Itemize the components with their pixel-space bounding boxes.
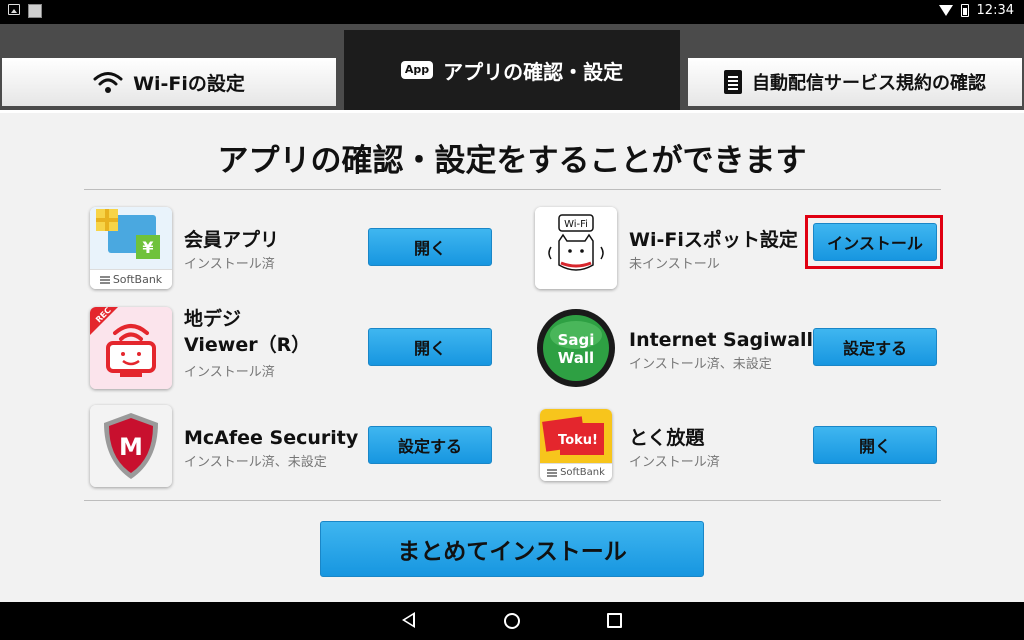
app-status: インストール済、未設定 [184,455,327,470]
member-app-icon: ¥ SoftBank [90,207,172,289]
open-button-tv-viewer[interactable]: 開く [368,328,492,366]
tv-viewer-app-icon: REC [90,307,172,389]
configure-button-mcafee[interactable]: 設定する [368,426,492,464]
tab-wifi-settings[interactable]: Wi-Fiの設定 [2,58,336,106]
sagiwall-icon-line1: Sagi [558,331,595,349]
app-item-sagiwall: Sagi Wall Internet Sagiwall インストール済、未設定 … [535,307,937,391]
mcafee-letter: M [119,433,143,461]
app-name: Internet Sagiwall [629,329,814,351]
tab-apps-label: アプリの確認・設定 [443,59,624,84]
tab-bar: Wi-Fiの設定 App アプリの確認・設定 自動配信サービス規約の確認 [0,24,1024,110]
home-icon[interactable] [504,613,520,629]
app-name-line2: Viewer（R） [184,334,311,356]
app-item-mcafee: M McAfee Security インストール済、未設定 設定する [90,405,492,489]
wifi-icon [93,72,123,93]
sagiwall-icon-line2: Wall [558,349,594,367]
bottom-divider [84,500,941,501]
image-notification-icon [8,4,20,15]
svg-text:¥: ¥ [142,238,153,257]
recent-apps-icon[interactable] [607,613,622,628]
battery-icon [960,4,969,17]
app-name: Wi-Fiスポット設定 [629,229,798,251]
app-item-tv-viewer: REC 地デジ Viewer（R） インストール済 開く [90,307,492,391]
page-heading: アプリの確認・設定をすることができます [217,143,807,179]
mcafee-app-icon: M [90,405,172,487]
app-item-member: ¥ SoftBank 会員アプリ インストール済 開く [90,207,492,291]
app-badge-icon: App [400,61,434,79]
app-status: インストール済 [184,365,275,380]
app-status: インストール済 [184,257,275,272]
tokuhoudai-app-icon: Toku! SoftBank [540,409,612,481]
open-button-member[interactable]: 開く [368,228,492,266]
toku-icon-label: Toku! [558,433,598,448]
app-status: インストール済 [629,455,720,470]
app-status: 未インストール [629,257,720,272]
tab-app-settings[interactable]: App アプリの確認・設定 [344,30,680,110]
softbank-label: SoftBank [90,269,172,289]
wifi-signal-icon [938,5,953,16]
tab-terms[interactable]: 自動配信サービス規約の確認 [688,58,1022,106]
document-icon [724,70,742,94]
app-name: 会員アプリ [184,229,280,251]
tab-wifi-label: Wi-Fiの設定 [133,72,245,95]
app-item-wifi-spot: Wi-Fi Wi-Fiスポット設定 未インストール インストール [535,207,943,291]
top-divider [84,189,941,190]
sagiwall-app-icon: Sagi Wall [535,307,617,389]
back-icon[interactable] [402,612,415,628]
wifi-spot-icon-label: Wi-Fi [564,219,588,230]
open-button-tokuhoudai[interactable]: 開く [813,426,937,464]
app-name: McAfee Security [184,427,359,449]
app-name: とく放題 [629,427,705,449]
softbank-label: SoftBank [540,463,612,481]
install-all-button[interactable]: まとめてインストール [320,521,704,577]
app-status: インストール済、未設定 [629,357,772,372]
clock: 12:34 [976,3,1014,18]
highlight-frame [805,215,943,269]
app-name-line1: 地デジ [184,308,242,330]
main-content: アプリの確認・設定をすることができます ¥ SoftBank 会員アプリ インス… [0,110,1024,602]
tab-terms-label: 自動配信サービス規約の確認 [752,73,986,94]
navigation-bar [0,602,1024,640]
status-bar: 12:34 [0,0,1024,24]
wifi-spot-app-icon: Wi-Fi [535,207,617,289]
configure-button-sagiwall[interactable]: 設定する [813,328,937,366]
app-notification-icon [28,4,42,18]
app-item-tokuhoudai: Toku! SoftBank とく放題 インストール済 開く [535,405,937,489]
